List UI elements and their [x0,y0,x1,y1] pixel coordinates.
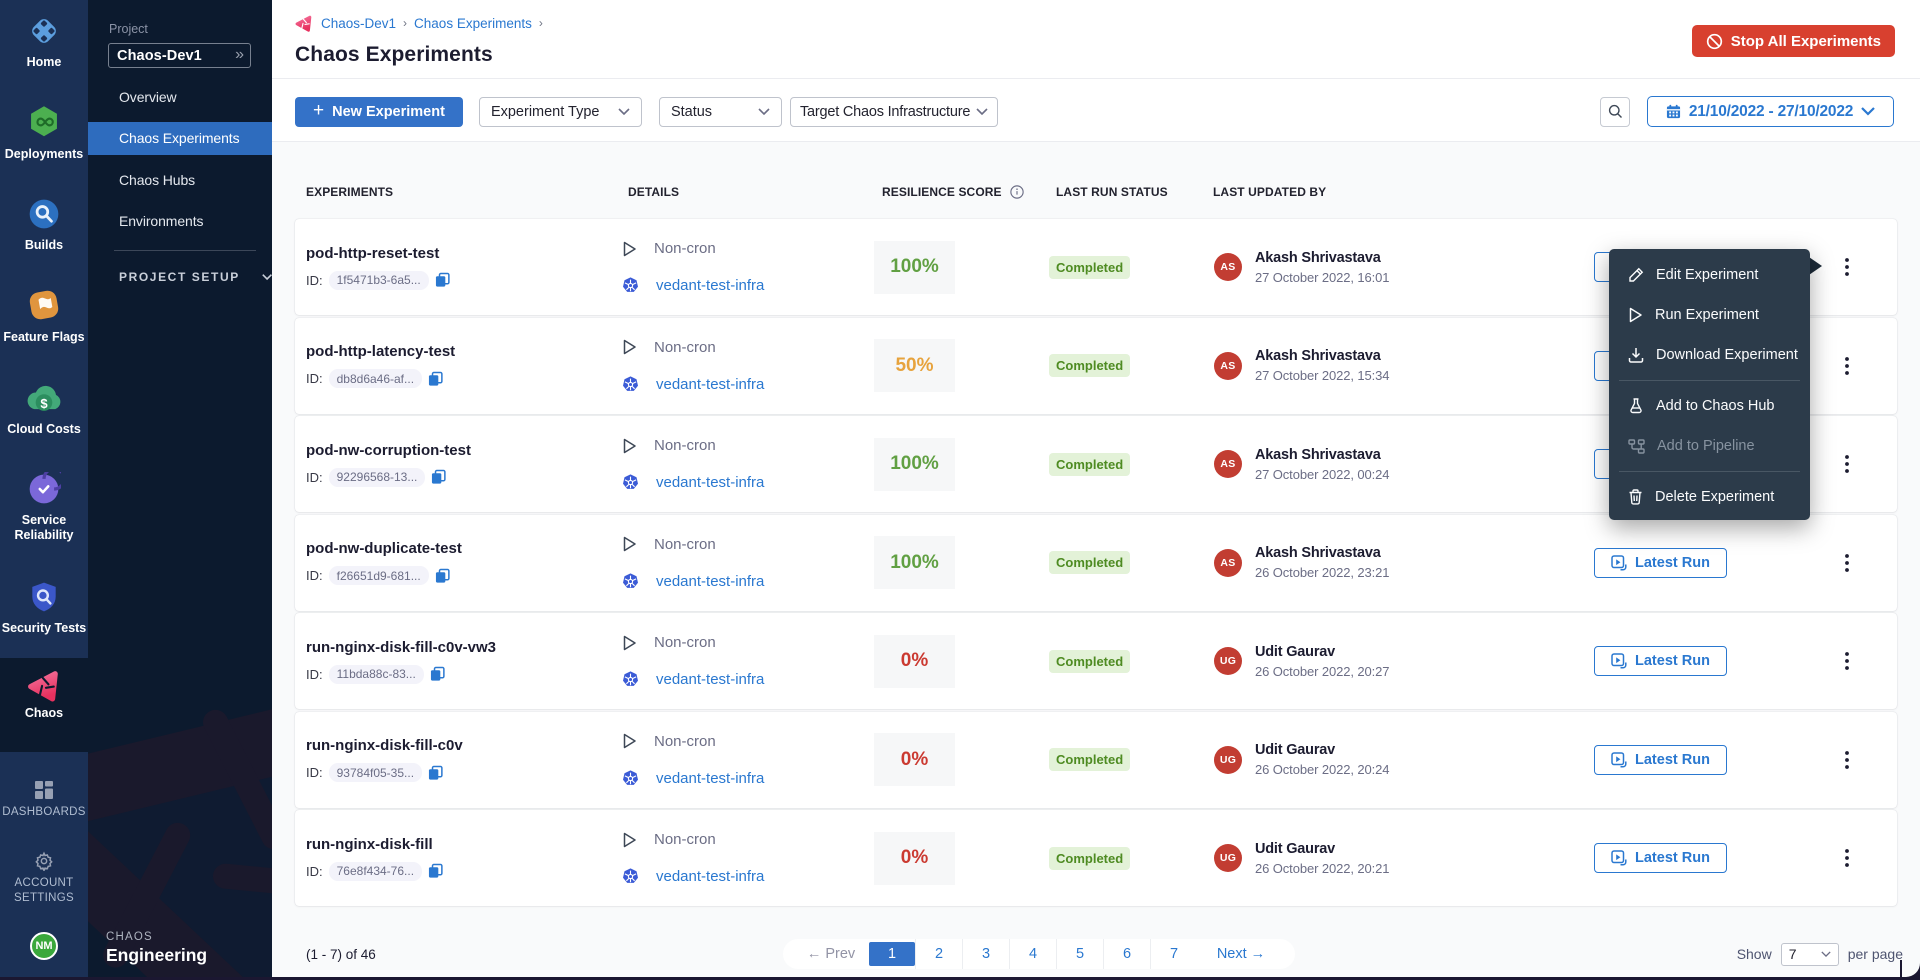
svg-text:$: $ [40,396,48,411]
